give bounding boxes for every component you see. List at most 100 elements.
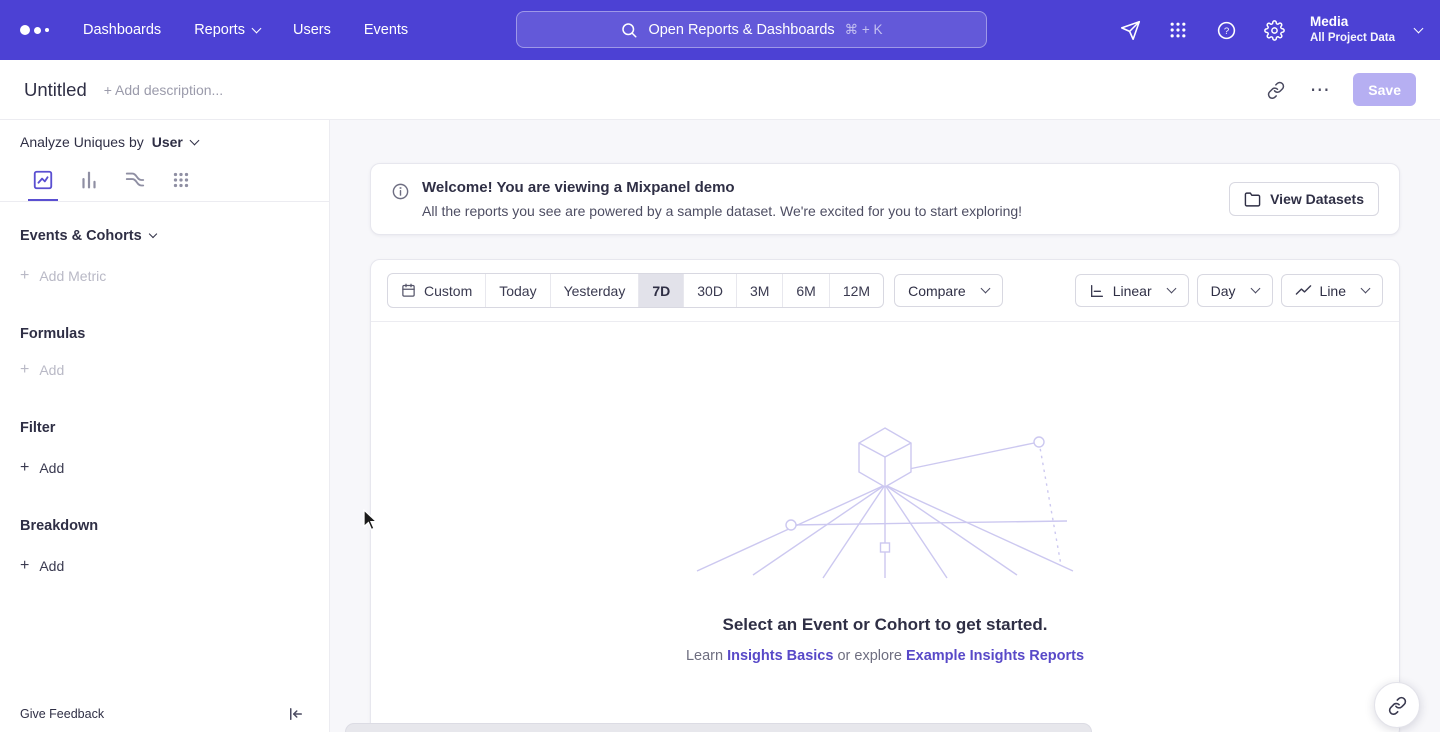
range-custom-label: Custom (424, 283, 472, 299)
share-link-fab[interactable] (1374, 682, 1420, 728)
topnav-right-cluster: ? Media All Project Data (1118, 0, 1422, 60)
copy-link-icon[interactable] (1261, 75, 1291, 105)
chevron-down-icon (148, 230, 156, 238)
send-icon[interactable] (1118, 18, 1142, 42)
learn-prefix: Learn (686, 648, 723, 664)
interval-label: Day (1211, 283, 1236, 299)
line-chart-type-icon (1295, 282, 1312, 299)
range-7d[interactable]: 7D (638, 274, 683, 307)
collapse-sidebar-icon[interactable] (287, 705, 305, 723)
settings-gear-icon[interactable] (1262, 18, 1286, 42)
scale-label: Linear (1113, 283, 1152, 299)
formulas-label: Formulas (20, 326, 85, 342)
add-breakdown-label: Add (39, 558, 64, 574)
date-range-segmented-control: Custom Today Yesterday 7D 30D 3M 6M 12M (387, 273, 884, 308)
middle-text: or explore (837, 648, 901, 664)
empty-state-subtext: Learn Insights Basics or explore Example… (686, 648, 1084, 664)
banner-title: Welcome! You are viewing a Mixpanel demo (422, 179, 1022, 196)
empty-state-title: Select an Event or Cohort to get started… (723, 615, 1048, 635)
nav-reports-label: Reports (194, 22, 245, 38)
chevron-down-icon (189, 135, 199, 145)
give-feedback-link[interactable]: Give Feedback (20, 707, 104, 721)
add-metric-label: Add Metric (39, 268, 106, 284)
project-info: Media All Project Data (1310, 14, 1395, 45)
chevron-down-icon (1166, 284, 1176, 294)
range-3m[interactable]: 3M (736, 274, 782, 307)
visualization-tabs (0, 160, 329, 202)
demo-banner: Welcome! You are viewing a Mixpanel demo… (370, 163, 1400, 235)
compare-dropdown[interactable]: Compare (894, 274, 1003, 307)
range-12m[interactable]: 12M (829, 274, 883, 307)
add-filter-button[interactable]: + Add (0, 460, 84, 476)
formulas-section-header: Formulas (0, 326, 329, 342)
chevron-down-icon (1250, 284, 1260, 294)
banner-text: Welcome! You are viewing a Mixpanel demo… (422, 179, 1022, 219)
sankey-icon (124, 169, 146, 191)
nav-dashboards[interactable]: Dashboards (83, 22, 161, 38)
range-6m[interactable]: 6M (782, 274, 828, 307)
global-search[interactable]: Open Reports & Dashboards ⌘ + K (516, 11, 987, 48)
range-yesterday[interactable]: Yesterday (550, 274, 639, 307)
nav-events[interactable]: Events (364, 22, 408, 38)
folder-icon (1244, 191, 1261, 208)
viz-tab-scatter[interactable] (166, 160, 196, 201)
viz-tab-bar-chart[interactable] (74, 160, 104, 201)
logo-dot (34, 27, 41, 34)
chevron-down-icon (1361, 284, 1371, 294)
app-body: Analyze Uniques by User (0, 120, 1440, 732)
analyze-uniques-label: Analyze Uniques by (20, 134, 144, 150)
linear-axis-icon (1089, 283, 1105, 299)
logo-dot (45, 28, 49, 32)
example-insights-reports-link[interactable]: Example Insights Reports (906, 648, 1084, 664)
add-formula-button[interactable]: + Add (0, 362, 84, 378)
chart-toolbar: Custom Today Yesterday 7D 30D 3M 6M 12M … (371, 260, 1399, 322)
apps-grid-icon[interactable] (1166, 18, 1190, 42)
add-formula-label: Add (39, 362, 64, 378)
insights-basics-link[interactable]: Insights Basics (727, 648, 833, 664)
mixpanel-logo[interactable] (20, 25, 49, 35)
chevron-down-icon (1414, 23, 1424, 33)
nav-reports[interactable]: Reports (194, 22, 260, 38)
bottom-drawer-edge[interactable] (345, 723, 1092, 732)
search-placeholder: Open Reports & Dashboards (648, 22, 834, 38)
plus-icon: + (20, 268, 29, 284)
search-icon (620, 21, 638, 39)
sidebar-footer: Give Feedback (0, 695, 329, 732)
chart-type-label: Line (1320, 283, 1346, 299)
chart-type-dropdown[interactable]: Line (1281, 274, 1383, 307)
help-icon[interactable]: ? (1214, 18, 1238, 42)
range-today[interactable]: Today (485, 274, 549, 307)
ellipsis-glyph: ⋯ (1310, 80, 1331, 100)
report-description-placeholder[interactable]: + Add description... (104, 82, 223, 98)
add-breakdown-button[interactable]: + Add (0, 558, 84, 574)
analyze-entity-dropdown[interactable]: User (152, 134, 198, 150)
range-30d[interactable]: 30D (683, 274, 736, 307)
range-custom[interactable]: Custom (388, 274, 485, 307)
plus-icon: + (20, 460, 29, 476)
project-selector[interactable]: Media All Project Data (1310, 14, 1422, 45)
report-title[interactable]: Untitled (24, 79, 87, 101)
dot-grid-icon (170, 169, 192, 191)
events-cohorts-label: Events & Cohorts (20, 228, 142, 244)
chevron-down-icon (252, 23, 262, 33)
add-metric-button[interactable]: + Add Metric (0, 268, 126, 284)
events-cohorts-section-header[interactable]: Events & Cohorts (0, 228, 329, 244)
viz-tab-sankey[interactable] (120, 160, 150, 201)
logo-dot (20, 25, 30, 35)
interval-dropdown[interactable]: Day (1197, 274, 1273, 307)
bar-chart-icon (78, 169, 100, 191)
calendar-icon (401, 283, 416, 298)
more-options-icon[interactable]: ⋯ (1305, 75, 1335, 105)
empty-state: Select an Event or Cohort to get started… (371, 322, 1399, 664)
save-button[interactable]: Save (1353, 73, 1416, 106)
scale-dropdown[interactable]: Linear (1075, 274, 1189, 307)
empty-state-illustration (695, 425, 1075, 579)
filter-section-header: Filter (0, 420, 329, 436)
view-datasets-label: View Datasets (1270, 191, 1364, 207)
viz-tab-line-chart[interactable] (28, 160, 58, 201)
compare-label: Compare (908, 283, 966, 299)
top-nav: Dashboards Reports Users Events Open Rep… (0, 0, 1440, 60)
view-datasets-button[interactable]: View Datasets (1229, 182, 1379, 216)
link-icon (1388, 696, 1407, 715)
nav-users[interactable]: Users (293, 22, 331, 38)
